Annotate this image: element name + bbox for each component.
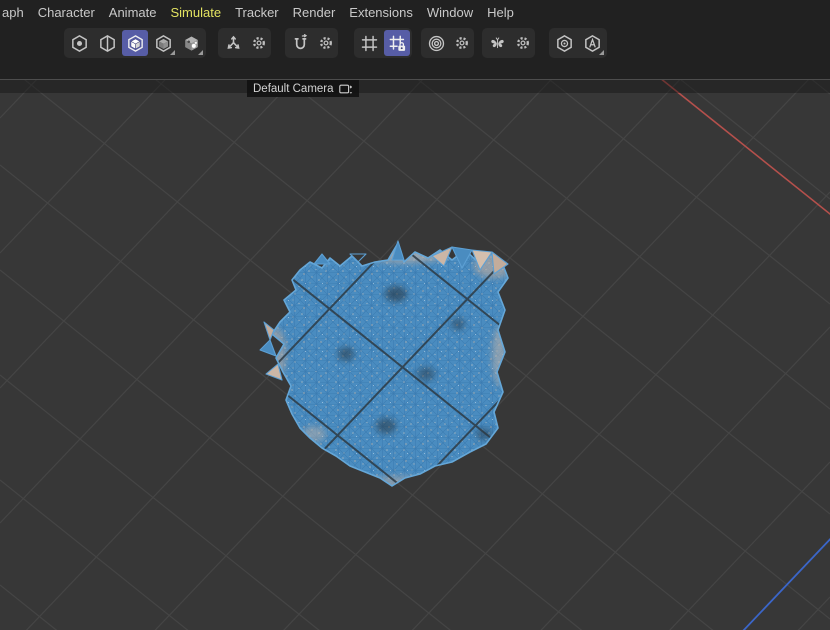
gear-icon — [318, 35, 334, 51]
toolbar-group-symmetry — [482, 28, 535, 58]
z-axis-line — [742, 534, 830, 630]
workplane-icon — [360, 34, 379, 53]
gear-icon — [454, 35, 470, 51]
ground-grid — [0, 80, 830, 630]
viewport-canvas[interactable]: Default Camera — [0, 79, 830, 630]
viewport-top-band — [0, 80, 830, 93]
camera-switch-icon — [339, 83, 353, 95]
axis-lines — [0, 80, 830, 630]
joint-settings-button[interactable] — [248, 30, 269, 56]
concentric-rings-icon — [427, 34, 446, 53]
toolbar-group-display — [549, 28, 607, 58]
toolbar-spacer — [0, 62, 830, 79]
menubar: aph Character Animate Simulate Tracker R… — [0, 0, 830, 24]
capsule-button[interactable] — [178, 30, 204, 56]
toolbar-group-workplane — [354, 28, 412, 58]
symmetry-tool-button[interactable] — [484, 30, 510, 56]
gear-icon — [515, 35, 531, 51]
camera-selector[interactable]: Default Camera — [247, 80, 359, 97]
model-mode-button[interactable] — [150, 30, 176, 56]
workplane-lock-icon — [388, 34, 407, 53]
hexagon-point-icon — [70, 34, 89, 53]
joint-tool-button[interactable] — [220, 30, 246, 56]
polygon-mode-button[interactable] — [122, 30, 148, 56]
hexagon-eye-icon — [555, 34, 574, 53]
workplane-lock-button[interactable] — [384, 30, 410, 56]
cloth-mesh-object[interactable] — [256, 234, 536, 494]
hexagon-volume-cube-icon — [154, 34, 173, 53]
menu-item-mograph[interactable]: aph — [0, 5, 31, 20]
menu-item-character[interactable]: Character — [31, 5, 102, 20]
toolbar-group-magnet — [285, 28, 338, 58]
hexagon-annotate-icon — [583, 34, 602, 53]
toolbar-group-joint — [218, 28, 271, 58]
magnet-tool-button[interactable] — [287, 30, 313, 56]
toolbar — [0, 24, 830, 62]
symmetry-settings-button[interactable] — [512, 30, 533, 56]
toolbar-group-modes — [64, 28, 206, 58]
menu-item-animate[interactable]: Animate — [102, 5, 164, 20]
camera-label: Default Camera — [253, 83, 334, 95]
menu-item-simulate[interactable]: Simulate — [163, 5, 228, 20]
menu-item-render[interactable]: Render — [286, 5, 343, 20]
magnet-settings-button[interactable] — [315, 30, 336, 56]
hexagon-polygon-cube-icon — [126, 34, 145, 53]
magnet-icon — [291, 34, 310, 53]
annotate-button[interactable] — [579, 30, 605, 56]
workplane-button[interactable] — [356, 30, 382, 56]
x-axis-line — [640, 80, 830, 218]
joint-arrows-icon — [224, 34, 243, 53]
menu-item-help[interactable]: Help — [480, 5, 521, 20]
visibility-button[interactable] — [551, 30, 577, 56]
hexagon-edge-icon — [98, 34, 117, 53]
menu-item-extensions[interactable]: Extensions — [342, 5, 420, 20]
cube-particles-icon — [182, 34, 201, 53]
rings-tool-button[interactable] — [423, 30, 449, 56]
gear-icon — [251, 35, 267, 51]
menu-item-tracker[interactable]: Tracker — [228, 5, 286, 20]
edge-mode-button[interactable] — [94, 30, 120, 56]
butterfly-icon — [488, 34, 507, 53]
menu-item-window[interactable]: Window — [420, 5, 480, 20]
rings-settings-button[interactable] — [451, 30, 472, 56]
toolbar-group-rings — [421, 28, 474, 58]
point-mode-button[interactable] — [66, 30, 92, 56]
